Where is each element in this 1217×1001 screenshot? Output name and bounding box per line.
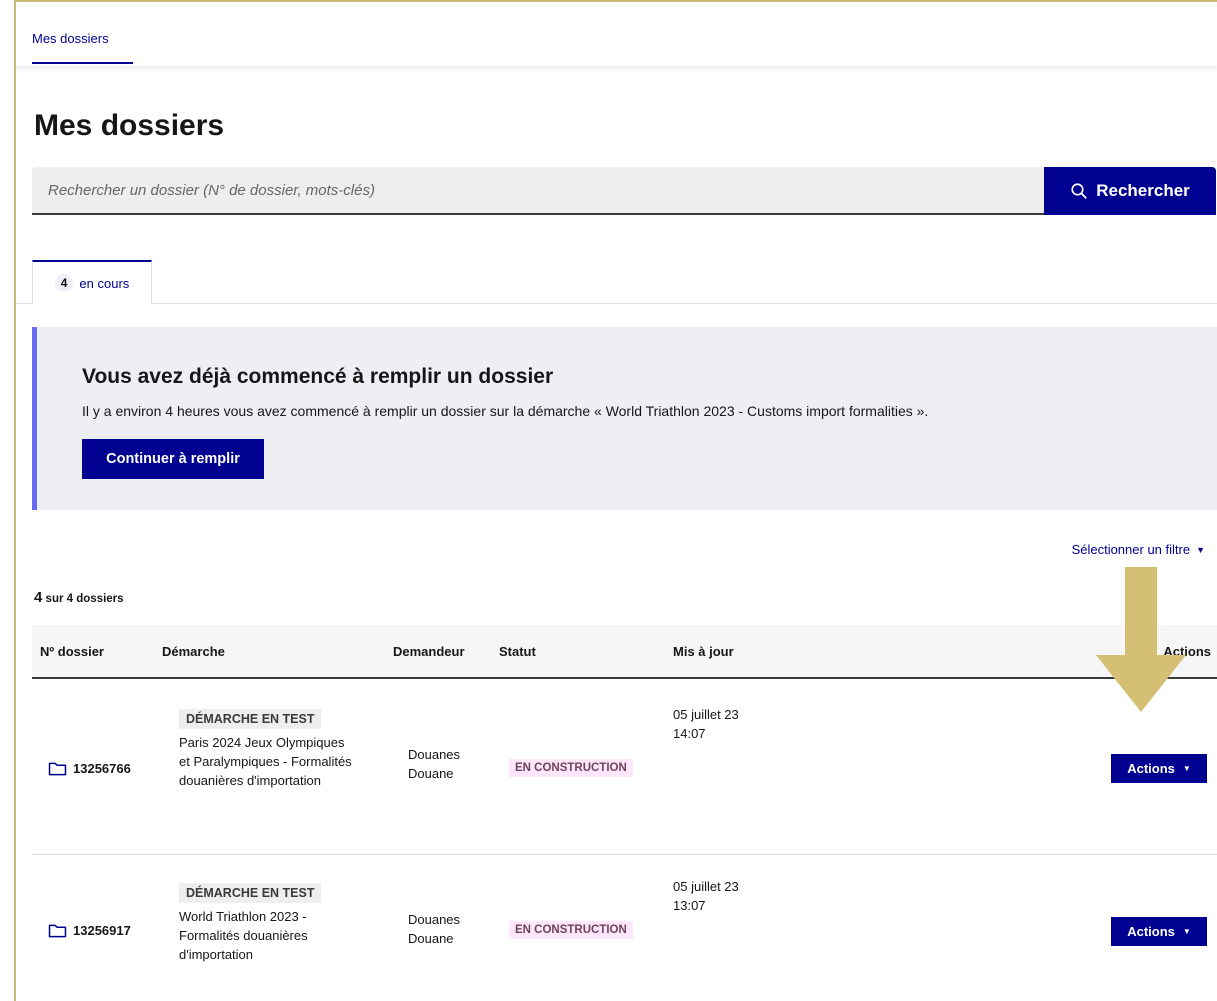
procedure-name: World Triathlon 2023 - Formalités douani… [179,909,308,962]
updated-date: 05 juillet 23 [673,707,739,722]
status-cell: EN CONSTRUCTION [509,921,633,939]
actions-button[interactable]: Actions ▼ [1111,754,1207,783]
dossier-number-text: 13256766 [73,761,131,776]
header-updated: Mis à jour [673,644,734,659]
applicant-name: Douanes [408,912,461,927]
actions-button[interactable]: Actions ▼ [1111,917,1207,946]
updated-date: 05 juillet 23 [673,879,739,894]
table-row: 13256766 DÉMARCHE EN TEST Paris 2024 Jeu… [32,681,1217,855]
actions-label: Actions [1127,924,1175,939]
applicant-cell: Douanes Douane [408,745,460,783]
search-icon [1071,183,1087,199]
callout-title: Vous avez déjà commencé à remplir un dos… [82,365,554,388]
search-bar: Rechercher [32,167,1217,215]
continue-button[interactable]: Continuer à remplir [82,439,264,479]
procedure-name: Paris 2024 Jeux Olympiques et Paralympiq… [179,735,352,788]
dossier-count-number: 4 [34,589,43,606]
header-procedure: Démarche [162,644,225,659]
filter-select[interactable]: Sélectionner un filtre ▼ [1072,542,1205,557]
search-button-label: Rechercher [1096,181,1190,200]
updated-time: 13:07 [673,898,706,913]
header-status: Statut [499,644,536,659]
tabs-bar: 4 en cours [16,260,1217,305]
folder-icon [48,762,67,776]
folder-icon [48,924,67,938]
status-badge: EN CONSTRUCTION [509,759,633,777]
dossier-count-text: sur 4 dossiers [45,593,124,605]
applicant-cell: Douanes Douane [408,910,460,948]
applicant-name: Douanes [408,747,461,762]
status-badge: EN CONSTRUCTION [509,921,633,939]
applicant-org: Douane [408,931,454,946]
updated-cell: 05 juillet 23 13:07 [673,877,739,915]
page-title: Mes dossiers [34,109,225,142]
dossier-count: 4 sur 4 dossiers [34,589,124,606]
test-badge: DÉMARCHE EN TEST [179,883,322,903]
test-badge: DÉMARCHE EN TEST [179,709,322,729]
caret-down-icon: ▼ [1182,764,1191,773]
caret-down-icon: ▼ [1196,544,1205,555]
top-navigation: Mes dossiers [16,2,1217,66]
table-header: Nº dossier Démarche Demandeur Statut Mis… [32,625,1217,679]
actions-label: Actions [1127,761,1175,776]
tab-en-cours[interactable]: 4 en cours [32,260,152,305]
updated-cell: 05 juillet 23 14:07 [673,705,739,743]
applicant-org: Douane [408,766,454,781]
tab-label: en cours [79,275,130,291]
caret-down-icon: ▼ [1182,927,1191,936]
tab-count: 4 [54,274,74,292]
search-button[interactable]: Rechercher [1044,167,1216,215]
status-cell: EN CONSTRUCTION [509,759,633,777]
arrow-down-icon [1096,567,1186,712]
nav-link-mes-dossiers[interactable]: Mes dossiers [32,2,133,64]
filter-label: Sélectionner un filtre [1071,542,1191,557]
page-frame: Mes dossiers Mes dossiers Rechercher 4 e… [14,0,1217,1001]
updated-time: 14:07 [673,726,706,741]
procedure-cell: DÉMARCHE EN TEST World Triathlon 2023 - … [179,883,354,964]
dossier-number[interactable]: 13256766 [48,761,131,776]
header-number: Nº dossier [40,644,104,659]
dossier-number[interactable]: 13256917 [48,923,131,938]
procedure-cell: DÉMARCHE EN TEST Paris 2024 Jeux Olympiq… [179,709,354,790]
search-input[interactable] [32,167,1044,215]
header-applicant: Demandeur [393,644,465,659]
table-row: 13256917 DÉMARCHE EN TEST World Triathlo… [32,855,1217,1001]
callout-text: Il y a environ 4 heures vous avez commen… [82,403,929,419]
dossier-number-text: 13256917 [73,923,131,938]
draft-callout: Vous avez déjà commencé à remplir un dos… [32,327,1217,510]
